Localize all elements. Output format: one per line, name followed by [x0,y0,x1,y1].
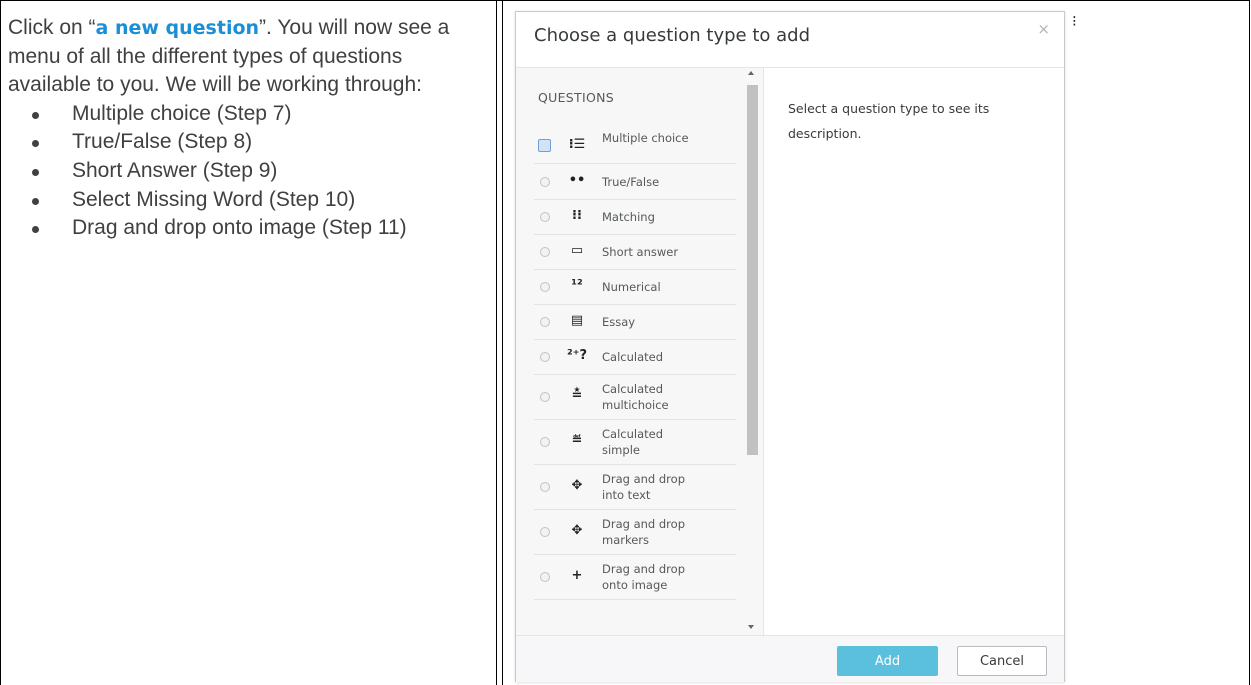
table-border-right [1249,0,1250,685]
question-type-row[interactable]: ✥ Drag and drop markers [534,509,736,555]
question-type-radio[interactable] [540,436,550,447]
question-type-row[interactable]: ⁝⁝ Matching [534,199,736,235]
bullet-icon [32,111,39,119]
question-type-label: True/False [602,174,660,189]
question-type-label: Matching [602,209,655,224]
question-type-row[interactable]: ≛ Calculated multichoice [534,374,736,420]
description-panel: Select a question type to see its descri… [763,68,1064,635]
question-type-radio[interactable] [538,138,551,152]
calculated-multichoice-icon: ≛ [571,387,583,403]
drag-drop-markers-icon: ✥ [571,522,583,538]
question-type-row[interactable]: + Drag and drop onto image [534,554,736,600]
question-type-row[interactable]: ⁝☰ Multiple choice [534,128,736,164]
question-type-row[interactable]: ▤ Essay [534,304,736,340]
step-label: Select Missing Word (Step 10) [72,187,356,211]
drag-drop-text-icon: ✥ [571,477,583,493]
drag-drop-image-icon: + [571,567,583,583]
question-type-label: Calculated multichoice [602,381,669,412]
question-type-radio[interactable] [540,571,550,582]
question-type-label: Essay [602,314,636,329]
page-edge-icon: ⁝ [1072,12,1077,30]
question-type-radio[interactable] [540,526,550,537]
question-type-label: Calculated [602,349,664,364]
instructions-cell: Click on “a new question”. You will now … [8,14,488,243]
matching-icon: ⁝⁝ [572,207,582,223]
add-button[interactable]: Add [837,646,938,676]
question-type-radio[interactable] [540,481,550,492]
dialog-title: Choose a question type to add [534,25,811,46]
questions-section-label: QUESTIONS [538,90,614,105]
question-type-radio[interactable] [540,246,550,257]
list-icon: ⁝☰ [568,136,586,152]
scroll-up-arrow-icon[interactable] [748,71,754,75]
question-type-radio[interactable] [540,351,550,362]
calculated-icon: ²⁺? [566,347,588,363]
question-type-label: Drag and drop markers [602,516,685,547]
dialog-header: Choose a question type to add × [516,12,1064,68]
bullet-icon [32,168,39,176]
question-type-radio[interactable] [540,281,550,292]
step-list-item: Drag and drop onto image (Step 11) [8,214,488,243]
step-label: Short Answer (Step 9) [72,158,278,182]
cancel-button[interactable]: Cancel [957,646,1047,676]
question-type-row[interactable]: ²⁺? Calculated [534,339,736,375]
scrollbar-thumb[interactable] [747,85,758,455]
table-border-top [0,0,1250,1]
question-type-label: Short answer [602,244,679,259]
dialog-footer: Add Cancel [516,635,1064,682]
list-scrollbar[interactable] [745,68,759,635]
type-description: Select a question type to see its descri… [788,101,990,141]
step-list: Multiple choice (Step 7) True/False (Ste… [8,100,488,243]
bullet-icon [32,140,39,148]
intro-text-start: Click on “ [8,16,96,39]
question-type-label: Multiple choice [602,130,689,145]
step-label: Drag and drop onto image (Step 11) [72,216,407,240]
essay-icon: ▤ [570,312,584,328]
calculated-simple-icon: ≝ [571,432,583,448]
question-type-radio[interactable] [540,391,550,402]
question-type-radio[interactable] [540,211,550,222]
question-type-row[interactable]: •• True/False [534,164,736,200]
close-icon[interactable]: × [1037,20,1050,38]
step-label: Multiple choice (Step 7) [72,101,292,125]
scroll-down-arrow-icon[interactable] [748,625,754,629]
bullet-icon [32,226,39,234]
question-type-label: Drag and drop onto image [602,561,685,592]
step-list-item: Short Answer (Step 9) [8,157,488,186]
step-list-item: Multiple choice (Step 7) [8,100,488,129]
question-type-dialog: Choose a question type to add × QUESTION… [515,11,1065,682]
two-dots-icon: •• [568,172,586,188]
question-type-label: Drag and drop into text [602,471,685,502]
question-type-radio[interactable] [540,176,550,187]
bullet-icon [32,197,39,205]
question-type-row[interactable]: ▭ Short answer [534,234,736,270]
instructions-intro: Click on “a new question”. You will now … [8,14,488,100]
question-type-row[interactable]: ≝ Calculated simple [534,419,736,465]
step-list-item: True/False (Step 8) [8,128,488,157]
question-type-list[interactable]: QUESTIONS ⁝☰ Multiple choice •• True/False ⁝… [516,68,763,635]
table-border-left [0,0,1,685]
question-type-label: Calculated simple [602,426,664,457]
table-border-middle [496,0,497,685]
step-list-item: Select Missing Word (Step 10) [8,186,488,215]
question-type-label: Numerical [602,279,661,294]
question-type-row[interactable]: ✥ Drag and drop into text [534,464,736,510]
table-border-middle-2 [502,0,503,685]
short-answer-icon: ▭ [570,242,584,258]
question-type-row[interactable]: ¹² Numerical [534,269,736,305]
question-type-radio[interactable] [540,316,550,327]
new-question-link-text: a new question [95,17,260,39]
numerical-icon: ¹² [571,277,583,293]
step-label: True/False (Step 8) [72,130,253,154]
